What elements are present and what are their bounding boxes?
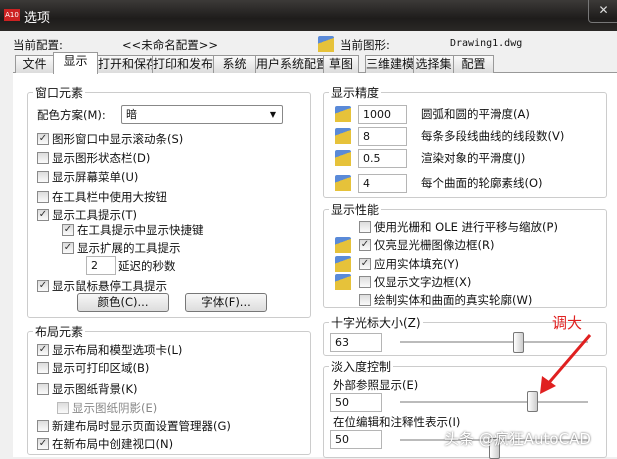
- tab-3[interactable]: 打印和发布: [152, 55, 214, 73]
- inplace-edit-label: 在位编辑和注释性表示(I): [333, 415, 461, 429]
- checkbox-label: 在工具提示中显示快捷键: [77, 223, 204, 237]
- checkbox-label: 绘制实体和曲面的真实轮廓(W): [374, 293, 533, 307]
- crosshair-size-input[interactable]: 63: [330, 333, 382, 352]
- xref-display-label: 外部参照显示(E): [333, 378, 419, 392]
- color-scheme-label: 配色方案(M):: [37, 108, 106, 122]
- drawing-saved-icon: [335, 150, 351, 166]
- checkbox-label: 显示屏幕菜单(U): [52, 170, 139, 184]
- window-elements-title: 窗口元素: [33, 84, 86, 101]
- precision-input[interactable]: 8: [358, 127, 407, 146]
- checkbox[interactable]: [359, 294, 371, 306]
- tab-8[interactable]: 选择集: [413, 55, 454, 73]
- drawing-saved-icon: [335, 175, 351, 191]
- title-bar: [0, 0, 617, 31]
- checkbox[interactable]: [37, 420, 49, 432]
- checkbox-label: 显示可打印区域(B): [52, 361, 150, 375]
- drawing-saved-icon: [335, 128, 351, 144]
- checkbox-label: 显示图形状态栏(D): [52, 151, 151, 165]
- tab-7[interactable]: 三维建模: [365, 55, 414, 73]
- precision-input[interactable]: 1000: [358, 105, 407, 124]
- close-button[interactable]: ✕: [588, 0, 617, 23]
- checkbox[interactable]: [37, 191, 49, 203]
- drawing-value: Drawing1.dwg: [450, 38, 523, 49]
- precision-input[interactable]: 0.5: [358, 149, 407, 168]
- display-performance-title: 显示性能: [329, 201, 382, 218]
- drawing-saved-icon: [335, 237, 351, 253]
- fonts-button[interactable]: 字体(F)...: [185, 293, 267, 312]
- window-title: 选项: [24, 11, 51, 26]
- chevron-down-icon: ▼: [269, 110, 276, 119]
- xref-fade-input[interactable]: 50: [330, 393, 382, 412]
- checkbox[interactable]: [37, 152, 49, 164]
- annotation-arrow-icon: [540, 334, 592, 394]
- colors-button[interactable]: 颜色(C)...: [77, 293, 169, 312]
- drawing-saved-icon: [335, 256, 351, 272]
- checkbox-label: 在工具栏中使用大按钮: [52, 190, 167, 204]
- checkbox[interactable]: [37, 171, 49, 183]
- tab-1[interactable]: 显示: [53, 52, 98, 74]
- checkbox[interactable]: ✓: [37, 133, 49, 145]
- checkbox[interactable]: [37, 383, 49, 395]
- drawing-saved-icon: [335, 106, 351, 122]
- crosshair-title: 十字光标大小(Z): [329, 314, 423, 331]
- checkbox[interactable]: [37, 362, 49, 374]
- layout-elements-title: 布局元素: [33, 323, 86, 340]
- checkbox-label: 显示图纸阴影(E): [72, 401, 158, 415]
- profile-label: 当前配置:: [13, 38, 63, 52]
- checkbox[interactable]: ✓: [37, 209, 49, 221]
- checkbox-label: 仅亮显光栅图像边框(R): [374, 238, 495, 252]
- tab-6[interactable]: 草图: [323, 55, 359, 73]
- checkbox-label: 仅显示文字边框(X): [374, 275, 472, 289]
- tab-9[interactable]: 配置: [453, 55, 494, 73]
- display-precision-title: 显示精度: [329, 84, 382, 101]
- checkbox-label: 显示布局和模型选项卡(L): [52, 343, 183, 357]
- checkbox-label: 使用光栅和 OLE 进行平移与缩放(P): [374, 220, 558, 234]
- tab-5[interactable]: 用户系统配置: [255, 55, 328, 73]
- checkbox[interactable]: ✓: [62, 242, 74, 254]
- tooltip-delay-input[interactable]: 2: [86, 256, 116, 275]
- inplace-fade-input[interactable]: 50: [330, 430, 382, 449]
- checkbox-label: 新建布局时显示页面设置管理器(G): [52, 419, 231, 433]
- fade-control-title: 淡入度控制: [329, 358, 394, 375]
- drawing-saved-icon: [335, 274, 351, 290]
- checkbox-label: 显示扩展的工具提示: [77, 241, 181, 255]
- checkbox[interactable]: ✓: [62, 224, 74, 236]
- tab-0[interactable]: 文件: [15, 55, 54, 73]
- precision-label: 圆弧和圆的平滑度(A): [421, 107, 530, 121]
- checkbox[interactable]: ✓: [37, 438, 49, 450]
- tab-2[interactable]: 打开和保存: [97, 55, 158, 73]
- checkbox[interactable]: [359, 221, 371, 233]
- tooltip-delay-label: 延迟的秒数: [118, 259, 176, 273]
- profile-value: <<未命名配置>>: [122, 38, 219, 52]
- color-scheme-value: 暗: [126, 108, 137, 121]
- checkbox[interactable]: ✓: [359, 258, 371, 270]
- checkbox-label: 应用实体填充(Y): [374, 257, 459, 271]
- checkbox[interactable]: ✓: [359, 239, 371, 251]
- app-icon: A10: [4, 9, 20, 21]
- checkbox-label: 显示鼠标悬停工具提示: [52, 279, 167, 293]
- xref-fade-slider-track[interactable]: [400, 401, 588, 404]
- color-scheme-select[interactable]: 暗 ▼: [121, 105, 283, 124]
- checkbox[interactable]: ✓: [37, 344, 49, 356]
- drawing-icon: [318, 36, 334, 52]
- checkbox[interactable]: [57, 402, 69, 414]
- crosshair-slider-thumb[interactable]: [513, 332, 525, 353]
- checkbox-label: 图形窗口中显示滚动条(S): [52, 132, 184, 146]
- checkbox[interactable]: ✓: [37, 280, 49, 292]
- checkbox-label: 显示工具提示(T): [52, 208, 137, 222]
- drawing-label: 当前图形:: [340, 38, 390, 52]
- watermark: 头条 @疯狂AutoCAD: [444, 430, 591, 448]
- precision-label: 每个曲面的轮廓素线(O): [421, 176, 543, 190]
- precision-label: 每条多段线曲线的线段数(V): [421, 129, 565, 143]
- checkbox-label: 在新布局中创建视口(N): [52, 437, 174, 451]
- precision-input[interactable]: 4: [358, 174, 407, 193]
- tab-4[interactable]: 系统: [213, 55, 256, 73]
- precision-label: 渲染对象的平滑度(J): [421, 151, 526, 165]
- checkbox-label: 显示图纸背景(K): [52, 382, 138, 396]
- checkbox[interactable]: [359, 276, 371, 288]
